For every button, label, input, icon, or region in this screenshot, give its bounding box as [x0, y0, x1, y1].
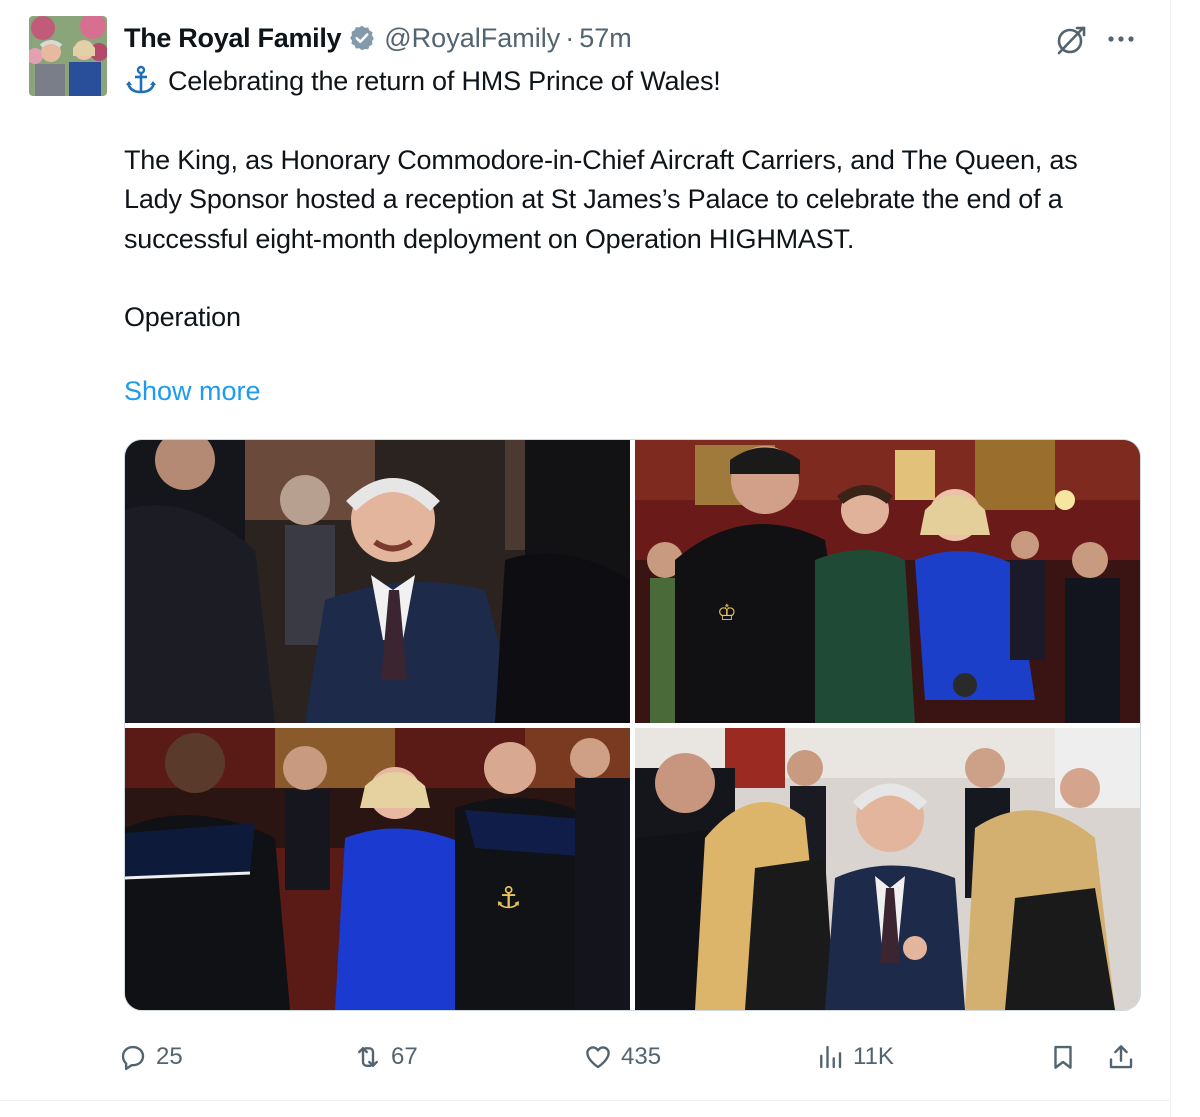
- bookmark-icon: [1054, 1045, 1072, 1069]
- avatar-photo: [29, 16, 107, 96]
- views-count: 11K: [853, 1043, 894, 1070]
- separator-dot: ·: [565, 22, 575, 53]
- media-photo-2[interactable]: ♔: [635, 440, 1140, 723]
- views-icon: [820, 1045, 842, 1069]
- tweet-line-1: Celebrating the return of HMS Prince of …: [124, 62, 1134, 102]
- repost-icon: [358, 1047, 378, 1067]
- show-more-link[interactable]: Show more: [124, 376, 261, 407]
- like-button[interactable]: 435: [583, 1030, 661, 1084]
- repost-button[interactable]: 67: [353, 1030, 418, 1084]
- avatar[interactable]: [29, 16, 107, 96]
- views-button[interactable]: 11K: [815, 1030, 894, 1084]
- share-icon: [1109, 1045, 1133, 1069]
- bookmark-button[interactable]: [1048, 1030, 1078, 1084]
- tweet-line-1-text: Celebrating the return of HMS Prince of …: [168, 66, 721, 96]
- like-count: 435: [621, 1043, 662, 1070]
- svg-text:⚓: ⚓: [495, 881, 522, 916]
- heart-icon: [586, 1046, 610, 1069]
- tweet-paragraph-2: The King, as Honorary Commodore-in-Chief…: [124, 144, 1078, 254]
- timeline-divider-right: [1170, 0, 1171, 1117]
- share-button[interactable]: [1106, 1030, 1136, 1084]
- tweet-header: The Royal Family @RoyalFamily · 57m: [124, 18, 632, 58]
- more-icon[interactable]: [1103, 24, 1139, 54]
- svg-text:♔: ♔: [717, 601, 737, 626]
- timestamp[interactable]: 57m: [579, 23, 632, 54]
- media-photo-4[interactable]: [635, 728, 1140, 1010]
- display-name[interactable]: The Royal Family: [124, 23, 342, 54]
- verified-badge-icon[interactable]: [348, 24, 376, 52]
- reply-button[interactable]: 25: [118, 1030, 183, 1084]
- timeline-divider-bottom: [0, 1100, 1171, 1101]
- media-grid: ♔ ⚓: [124, 439, 1141, 1011]
- reply-icon: [121, 1045, 145, 1071]
- tweet-text: Celebrating the return of HMS Prince of …: [124, 62, 1134, 338]
- handle[interactable]: @RoyalFamily: [384, 23, 560, 54]
- tweet-paragraph-3: Operation: [124, 302, 241, 332]
- grok-icon[interactable]: [1053, 22, 1089, 58]
- media-photo-3[interactable]: ⚓: [125, 728, 630, 1010]
- media-photo-1[interactable]: [125, 440, 630, 723]
- repost-count: 67: [391, 1043, 418, 1070]
- tweet-actions: 25 67 435 11K: [118, 1030, 1148, 1084]
- reply-count: 25: [156, 1043, 183, 1070]
- anchor-icon: [124, 65, 158, 95]
